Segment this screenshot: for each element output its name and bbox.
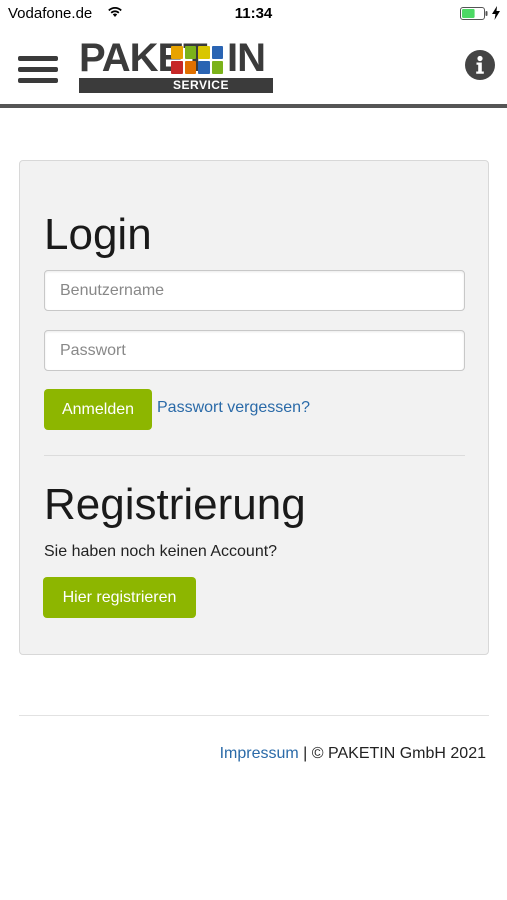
copyright-text: © PAKETIN GmbH 2021 — [311, 745, 486, 762]
info-icon[interactable] — [465, 50, 495, 80]
footer: Impressum | © PAKETIN GmbH 2021 — [220, 745, 486, 763]
hamburger-menu-icon[interactable] — [16, 54, 60, 86]
logo-grid-tile — [184, 46, 196, 59]
impressum-link[interactable]: Impressum — [220, 745, 299, 762]
register-prompt: Sie haben noch keinen Account? — [44, 543, 278, 560]
clock: 11:34 — [234, 5, 273, 22]
register-heading: Registrierung — [44, 480, 306, 529]
login-button[interactable]: Anmelden — [44, 389, 152, 430]
logo-color-grid — [171, 46, 223, 74]
charging-icon — [492, 6, 500, 20]
logo-grid-tile — [211, 61, 223, 74]
forgot-password-link[interactable]: Passwort vergessen? — [157, 399, 310, 417]
logo-grid-tile — [198, 61, 210, 74]
logo-grid-tile — [198, 46, 210, 59]
logo-subtitle: SERVICE — [79, 78, 273, 93]
logo-grid-tile — [171, 61, 183, 74]
status-bar: Vodafone.de 11:34 — [0, 0, 507, 28]
register-button[interactable]: Hier registrieren — [43, 577, 196, 618]
logo-grid-tile — [171, 46, 183, 59]
app-header: PAKET IN SERVICE — [0, 28, 507, 108]
logo-word-in: IN — [227, 36, 266, 80]
section-divider — [44, 455, 465, 456]
logo-grid-tile — [184, 61, 196, 74]
login-heading: Login — [44, 210, 152, 259]
footer-separator: | — [303, 745, 308, 762]
password-input[interactable] — [44, 330, 465, 371]
logo-grid-tile — [211, 46, 223, 59]
battery-icon — [460, 7, 488, 20]
username-input[interactable] — [44, 270, 465, 311]
paketin-logo[interactable]: PAKET IN SERVICE — [79, 36, 273, 94]
footer-divider — [19, 715, 489, 716]
login-card: Login Anmelden Passwort vergessen? Regis… — [19, 160, 489, 655]
